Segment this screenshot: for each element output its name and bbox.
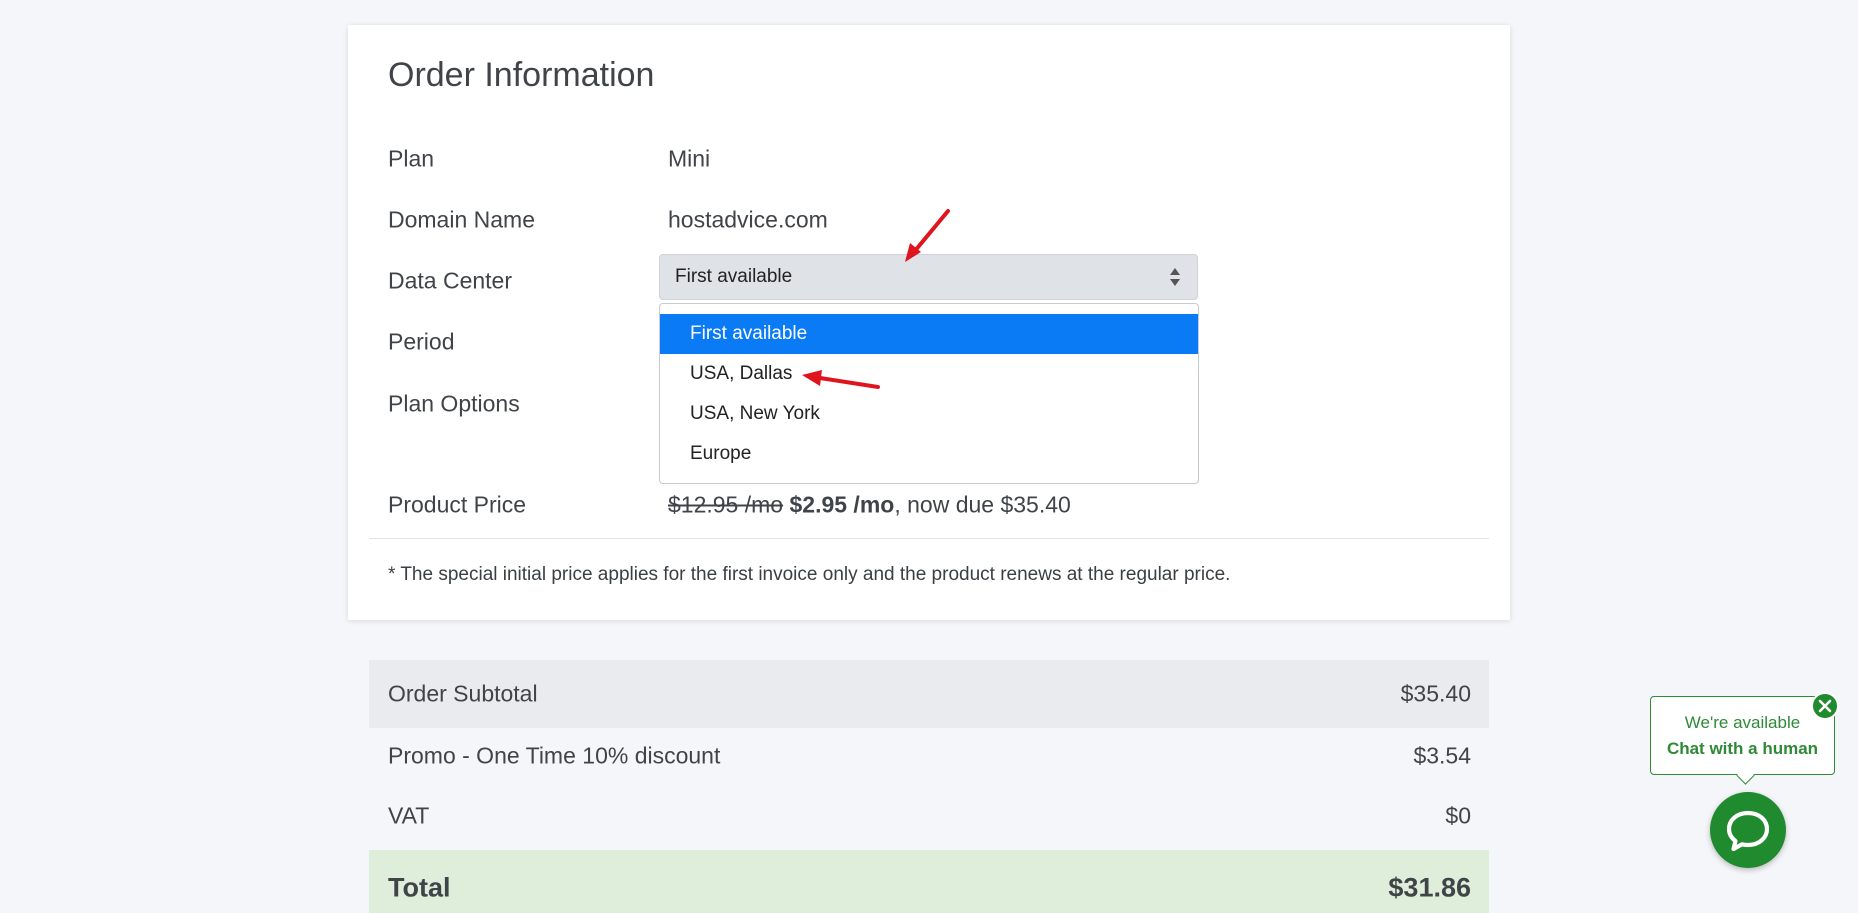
new-price: $2.95 /mo [789, 491, 895, 518]
promo-value: $3.54 [1413, 742, 1471, 769]
close-icon[interactable] [1811, 692, 1839, 720]
select-arrows-icon [1170, 268, 1180, 286]
due-text: , now due $35.40 [894, 491, 1071, 518]
data-center-label: Data Center [388, 267, 513, 294]
option-usa-new-york[interactable]: USA, New York [660, 394, 1198, 434]
plan-label: Plan [388, 145, 435, 172]
option-usa-dallas[interactable]: USA, Dallas [660, 354, 1198, 394]
option-europe[interactable]: Europe [660, 434, 1198, 474]
price-note: * The special initial price applies for … [388, 564, 1231, 585]
old-price: $12.95 /mo [668, 491, 784, 518]
data-center-selected-value: First available [675, 266, 793, 287]
vat-row: VAT $0 [369, 787, 1489, 845]
order-subtotal-value: $35.40 [1400, 680, 1471, 707]
order-subtotal-row: Order Subtotal $35.40 [369, 660, 1489, 728]
domain-name-value: hostadvice.com [668, 206, 828, 233]
vat-value: $0 [1445, 802, 1471, 829]
data-center-select[interactable]: First available [659, 254, 1198, 300]
total-row: Total $31.86 [369, 850, 1489, 913]
domain-name-label: Domain Name [388, 206, 535, 233]
chat-bubble-icon [1726, 810, 1770, 852]
vat-label: VAT [388, 802, 430, 829]
chat-prompt-bubble[interactable]: We're available Chat with a human [1650, 696, 1835, 775]
chat-launcher-button[interactable] [1710, 792, 1786, 868]
product-price-label: Product Price [388, 491, 527, 518]
order-information-title: Order Information [388, 56, 655, 94]
plan-value: Mini [668, 145, 711, 172]
plan-options-label: Plan Options [388, 390, 520, 417]
total-value: $31.86 [1388, 872, 1471, 903]
product-price-value: $12.95 /mo $2.95 /mo, now due $35.40 [668, 492, 1071, 519]
promo-row: Promo - One Time 10% discount $3.54 [369, 728, 1489, 784]
divider [369, 538, 1489, 539]
order-subtotal-label: Order Subtotal [388, 680, 538, 707]
chat-available-text: We're available [1684, 713, 1801, 732]
promo-label: Promo - One Time 10% discount [388, 742, 721, 769]
period-label: Period [388, 328, 455, 355]
total-label: Total [388, 872, 451, 903]
option-first-available[interactable]: First available [660, 314, 1198, 354]
data-center-dropdown: First available USA, Dallas USA, New Yor… [659, 303, 1199, 484]
chat-with-human-text: Chat with a human [1666, 739, 1819, 758]
